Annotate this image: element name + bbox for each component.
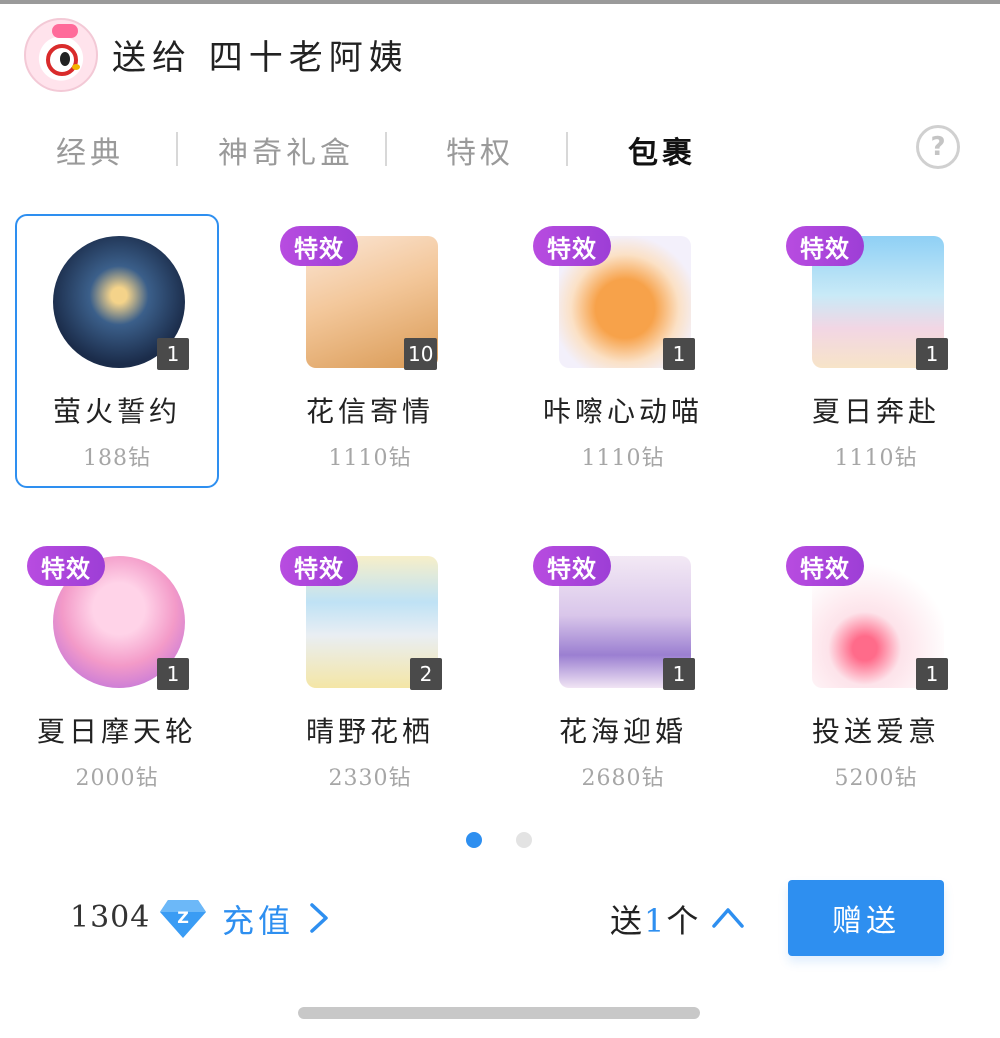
- send-gift-button[interactable]: 赠送: [788, 880, 944, 956]
- chevron-right-icon[interactable]: [306, 902, 332, 934]
- recipient-avatar[interactable]: [24, 18, 98, 92]
- gift-card[interactable]: 特效 1 夏日奔赴 1110钻: [774, 214, 978, 488]
- gift-card[interactable]: 特效 1 夏日摩天轮 2000钻: [15, 534, 219, 808]
- effect-badge: 特效: [786, 546, 864, 586]
- quantity-badge: 1: [663, 658, 695, 690]
- gift-card[interactable]: 特效 1 花海迎婚 2680钻: [521, 534, 725, 808]
- effect-badge: 特效: [786, 226, 864, 266]
- gift-price: 2000钻: [75, 766, 159, 791]
- send-prefix: 送: [610, 902, 645, 940]
- gift-name: 咔嚓心动喵: [542, 395, 703, 428]
- send-quantity-selector[interactable]: 送1个: [610, 896, 700, 942]
- page-dot-active[interactable]: [466, 832, 482, 848]
- quantity-badge: 1: [663, 338, 695, 370]
- eye-shape: [60, 52, 70, 66]
- top-edge: [0, 0, 1000, 4]
- quantity-badge: 1: [157, 338, 189, 370]
- tab-divider: [176, 132, 178, 166]
- recipient-title: 送给 四十老阿姨: [112, 38, 409, 78]
- gift-price: 188钻: [83, 446, 151, 471]
- recharge-link[interactable]: 充值: [222, 896, 294, 942]
- gift-name: 夏日奔赴: [811, 395, 940, 428]
- gift-price: 1110钻: [834, 446, 918, 471]
- gift-category-tabs: 经典 神奇礼盒 特权 包裹: [0, 120, 1000, 176]
- quantity-badge: 2: [410, 658, 442, 690]
- gift-card[interactable]: 特效 1 投送爱意 5200钻: [774, 534, 978, 808]
- svg-text:Z: Z: [177, 908, 189, 927]
- gift-price: 1110钻: [581, 446, 665, 471]
- effect-badge: 特效: [280, 226, 358, 266]
- page-dot[interactable]: [516, 832, 532, 848]
- quantity-badge: 10: [404, 338, 438, 370]
- gift-name: 花信寄情: [305, 395, 434, 428]
- home-indicator[interactable]: [298, 1007, 700, 1019]
- tab-divider: [385, 132, 387, 166]
- gift-card[interactable]: 特效 1 咔嚓心动喵 1110钻: [521, 214, 725, 488]
- help-icon[interactable]: ?: [916, 125, 960, 169]
- gift-price: 2330钻: [328, 766, 412, 791]
- gift-price: 2680钻: [581, 766, 665, 791]
- gift-name: 花海迎婚: [558, 715, 687, 748]
- nose-shape: [72, 64, 80, 70]
- gift-price: 5200钻: [834, 766, 918, 791]
- tab-package[interactable]: 包裹: [628, 128, 696, 172]
- diamond-balance: 1304: [70, 900, 151, 935]
- gift-card[interactable]: 特效 2 晴野花栖 2330钻: [268, 534, 472, 808]
- chevron-up-icon[interactable]: [710, 902, 746, 932]
- gift-card[interactable]: 1 萤火誓约 188钻: [15, 214, 219, 488]
- diamond-icon: Z: [160, 900, 206, 938]
- tab-classic[interactable]: 经典: [56, 128, 124, 172]
- gift-price: 1110钻: [328, 446, 412, 471]
- gift-name: 夏日摩天轮: [36, 715, 197, 748]
- tab-divider: [566, 132, 568, 166]
- gift-name: 萤火誓约: [52, 395, 181, 428]
- quantity-badge: 1: [157, 658, 189, 690]
- send-count-value: 1: [644, 902, 667, 940]
- quantity-badge: 1: [916, 658, 948, 690]
- send-suffix: 个: [666, 902, 701, 940]
- bow-shape: [52, 24, 78, 38]
- effect-badge: 特效: [27, 546, 105, 586]
- tab-magic-box[interactable]: 神奇礼盒: [218, 128, 354, 172]
- gift-name: 投送爱意: [811, 715, 940, 748]
- gift-name: 晴野花栖: [305, 715, 434, 748]
- effect-badge: 特效: [533, 226, 611, 266]
- tab-privilege[interactable]: 特权: [446, 128, 514, 172]
- effect-badge: 特效: [533, 546, 611, 586]
- gift-card[interactable]: 特效 10 花信寄情 1110钻: [268, 214, 472, 488]
- effect-badge: 特效: [280, 546, 358, 586]
- quantity-badge: 1: [916, 338, 948, 370]
